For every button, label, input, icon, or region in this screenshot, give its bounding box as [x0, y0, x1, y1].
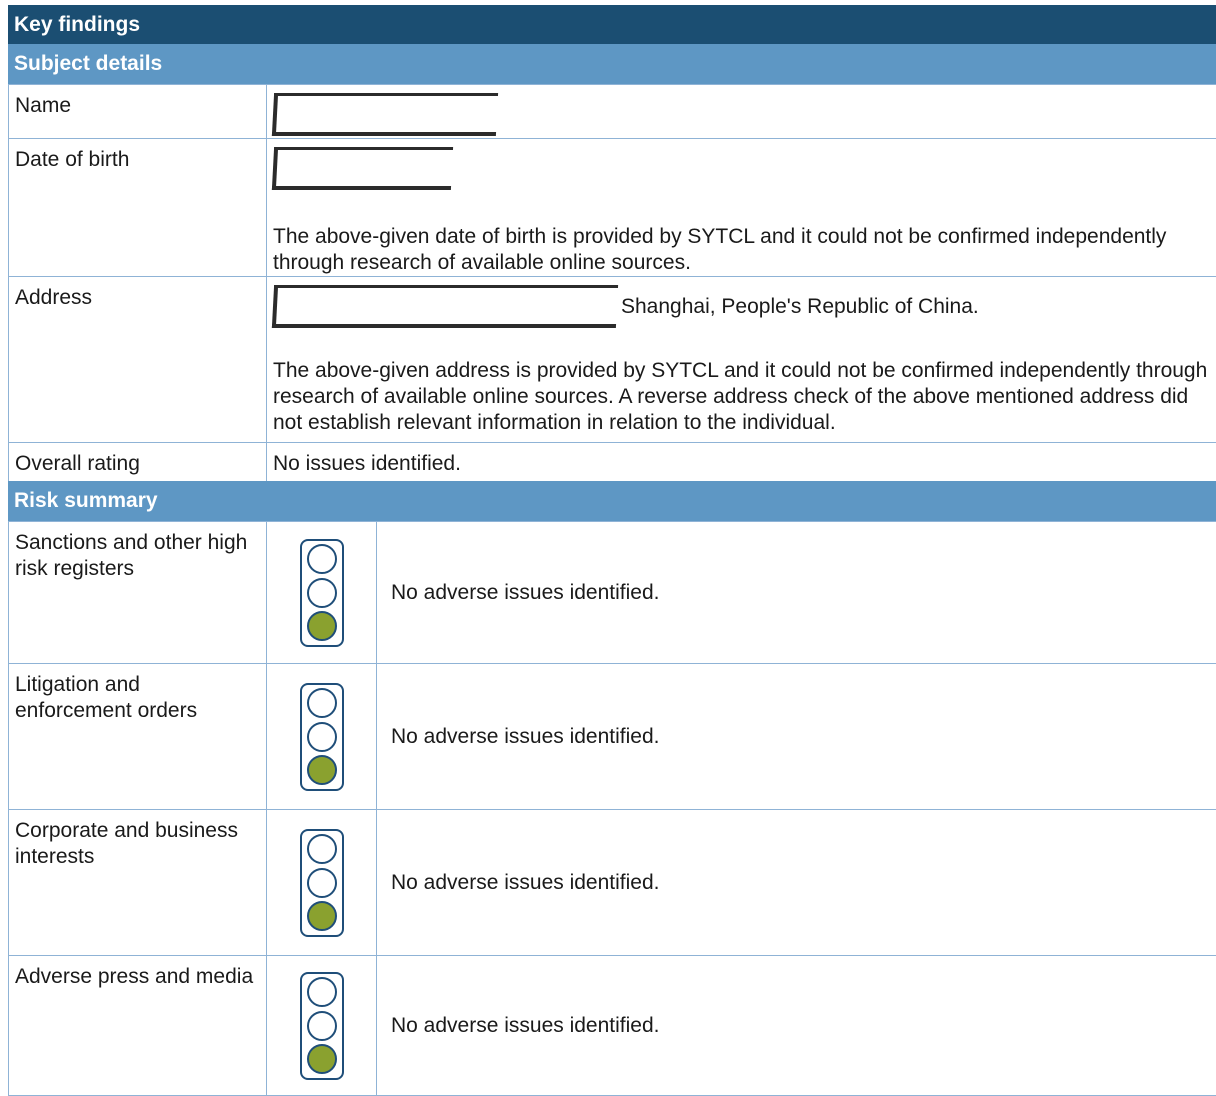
light-red-off-icon: [307, 688, 337, 718]
risk-status: No adverse issues identified.: [377, 956, 1216, 1096]
traffic-light-icon: [300, 829, 344, 937]
risk-row: Adverse press and media No adverse issue…: [9, 956, 1216, 1096]
risk-summary-table: Sanctions and other high risk registers …: [8, 521, 1216, 1096]
light-green-on-icon: [307, 1044, 337, 1074]
light-green-on-icon: [307, 611, 337, 641]
risk-label: Corporate and business interests: [9, 810, 267, 956]
risk-label: Litigation and enforcement orders: [9, 664, 267, 810]
traffic-light-icon: [300, 972, 344, 1080]
address-note: The above-given address is provided by S…: [273, 358, 1210, 436]
address-value: Shanghai, People's Republic of China. Th…: [267, 277, 1216, 443]
dob-value: The above-given date of birth is provide…: [267, 139, 1216, 277]
risk-summary-heading: Risk summary: [8, 481, 1216, 521]
risk-label: Adverse press and media: [9, 956, 267, 1096]
redaction-mark: [272, 147, 453, 190]
name-value: [267, 85, 1216, 139]
dob-row: Date of birth The above-given date of bi…: [9, 139, 1216, 277]
light-red-off-icon: [307, 834, 337, 864]
traffic-light-icon: [300, 539, 344, 647]
light-green-on-icon: [307, 901, 337, 931]
dob-label: Date of birth: [9, 139, 267, 277]
risk-status: No adverse issues identified.: [377, 810, 1216, 956]
light-red-off-icon: [307, 977, 337, 1007]
name-row: Name: [9, 85, 1216, 139]
risk-label: Sanctions and other high risk registers: [9, 522, 267, 664]
traffic-light-cell: [267, 956, 377, 1096]
risk-row: Litigation and enforcement orders No adv…: [9, 664, 1216, 810]
light-amber-off-icon: [307, 868, 337, 898]
address-city: Shanghai, People's Republic of China.: [621, 294, 979, 320]
risk-status: No adverse issues identified.: [377, 664, 1216, 810]
light-green-on-icon: [307, 755, 337, 785]
redaction-mark: [272, 285, 618, 328]
redaction-mark: [272, 93, 498, 136]
dob-note: The above-given date of birth is provide…: [273, 224, 1210, 276]
subject-details-heading: Subject details: [8, 44, 1216, 84]
key-findings-page: Key findings Subject details Name Date o…: [0, 0, 1216, 1090]
risk-row: Sanctions and other high risk registers …: [9, 522, 1216, 664]
page-title: Key findings: [8, 5, 1216, 45]
risk-status: No adverse issues identified.: [377, 522, 1216, 664]
risk-row: Corporate and business interests No adve…: [9, 810, 1216, 956]
traffic-light-cell: [267, 522, 377, 664]
address-label: Address: [9, 277, 267, 443]
address-row: Address Shanghai, People's Republic of C…: [9, 277, 1216, 443]
light-amber-off-icon: [307, 578, 337, 608]
light-amber-off-icon: [307, 1011, 337, 1041]
traffic-light-icon: [300, 683, 344, 791]
traffic-light-cell: [267, 810, 377, 956]
light-red-off-icon: [307, 544, 337, 574]
light-amber-off-icon: [307, 722, 337, 752]
traffic-light-cell: [267, 664, 377, 810]
subject-details-table: Name Date of birth The above-given date …: [8, 84, 1216, 489]
name-label: Name: [9, 85, 267, 139]
